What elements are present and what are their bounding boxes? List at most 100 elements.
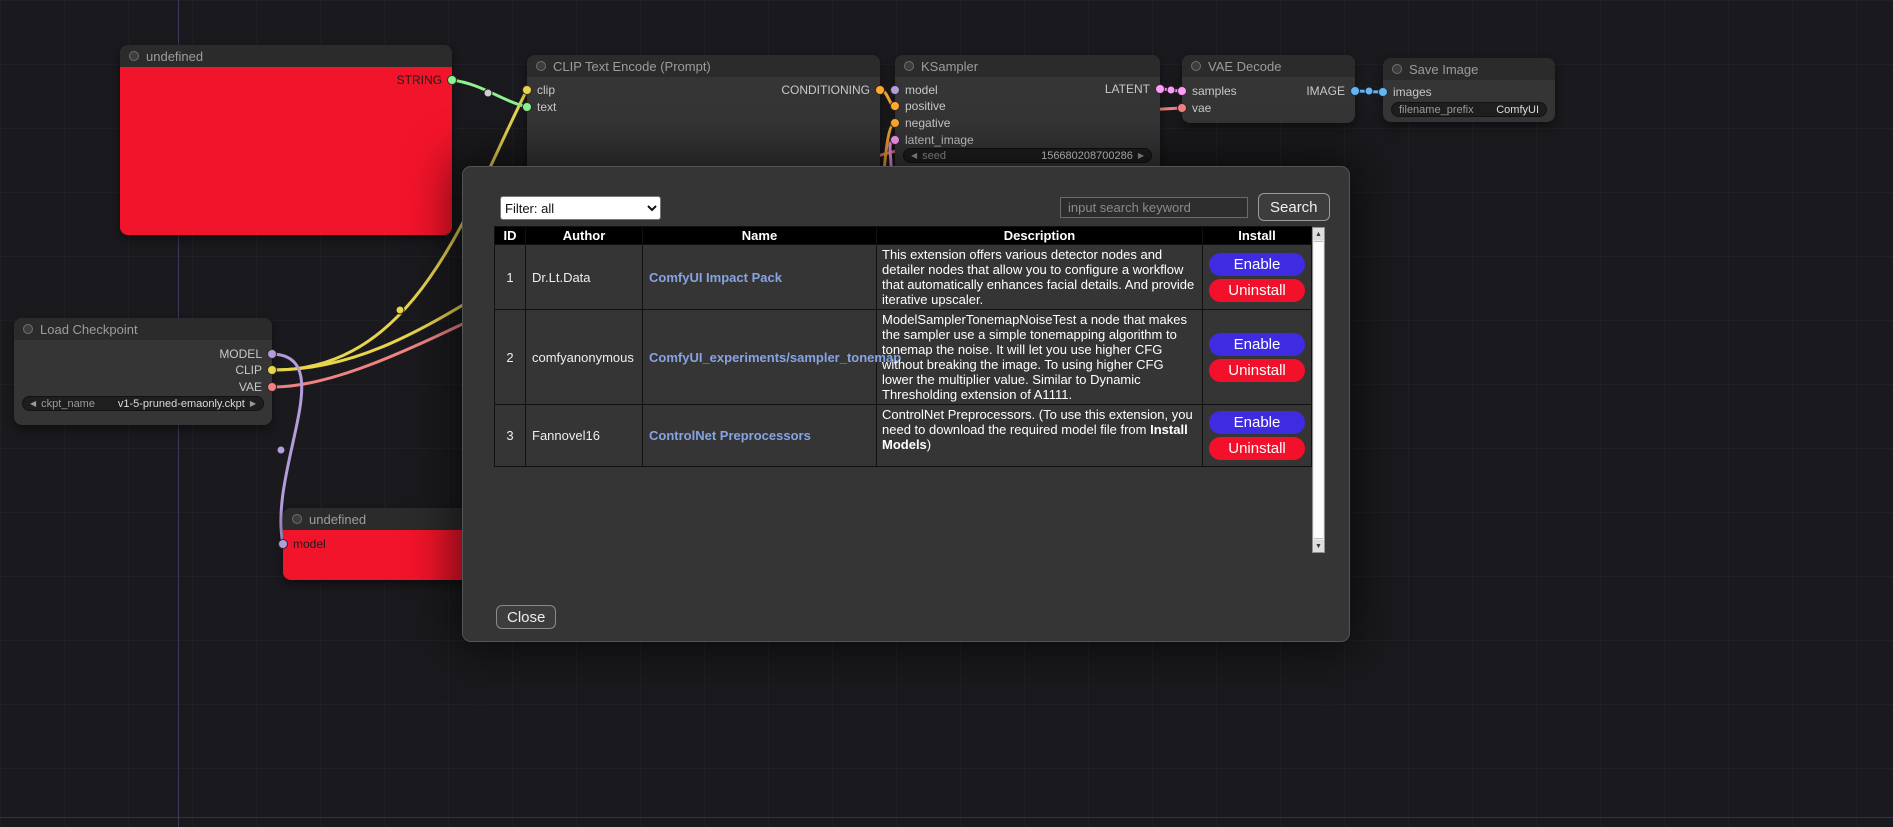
extension-author: Dr.Lt.Data [526,245,643,310]
input-slot-samples: samples [1177,84,1237,98]
extension-row: 2comfyanonymousComfyUI_experiments/sampl… [495,310,1312,405]
conditioning-port[interactable] [875,85,885,95]
model-port[interactable] [267,349,277,359]
link-midpoint-dot [1365,87,1373,95]
enable-button[interactable]: Enable [1209,253,1305,276]
node-title-bar[interactable]: Load Checkpoint [14,318,272,340]
table-header-row: ID Author Name Description Install [495,227,1312,245]
extension-author: Fannovel16 [526,405,643,467]
close-button[interactable]: Close [496,605,556,629]
vae-port[interactable] [1177,103,1187,113]
node-title-bar[interactable]: CLIP Text Encode (Prompt) [527,55,880,77]
node-collapse-icon[interactable] [23,324,33,334]
node-title-bar[interactable]: Save Image [1383,58,1555,80]
node-collapse-icon[interactable] [1392,64,1402,74]
column-header-description: Description [877,227,1203,245]
uninstall-button[interactable]: Uninstall [1209,279,1305,302]
node-title: Load Checkpoint [40,322,138,337]
node-title-bar[interactable]: KSampler [895,55,1160,77]
clip-port[interactable] [267,365,277,375]
extension-link[interactable]: ComfyUI_experiments/sampler_tonemap [649,350,901,365]
output-slot-model: MODEL [219,347,277,361]
filename-prefix-widget[interactable]: filename_prefix ComfyUI [1391,102,1547,117]
node-graph-canvas[interactable]: undefined STRING CLIP Text Encode (Promp… [0,0,1893,827]
extension-author: comfyanonymous [526,310,643,405]
link-hidden-to-negative [884,123,895,172]
output-slot-conditioning: CONDITIONING [781,83,885,97]
node-title: CLIP Text Encode (Prompt) [553,59,711,74]
node-title: Save Image [1409,62,1478,77]
samples-port[interactable] [1177,86,1187,96]
search-button[interactable]: Search [1258,193,1330,221]
node-title-bar[interactable]: undefined [120,45,452,67]
search-input[interactable] [1060,197,1248,218]
extension-name-cell: ComfyUI_experiments/sampler_tonemap [643,310,877,405]
node-collapse-icon[interactable] [1191,61,1201,71]
node-vae-decode: VAE Decode samples vae IMAGE [1182,55,1355,123]
clip-port[interactable] [522,85,532,95]
filter-select[interactable]: Filter: all [500,196,661,220]
node-title: KSampler [921,59,978,74]
model-port[interactable] [890,85,900,95]
latent-image-port[interactable] [890,135,900,145]
link-midpoint-dot [1167,86,1175,94]
seed-increment-icon[interactable]: ▶ [1138,152,1144,160]
extension-install-cell: Enable Uninstall [1203,310,1312,405]
output-slot-string: STRING [397,73,457,87]
link-string-to-text [452,80,527,107]
input-slot-clip: clip [522,83,555,97]
ckpt-next-icon[interactable]: ▶ [250,400,256,408]
extension-link[interactable]: ControlNet Preprocessors [649,428,811,443]
link-midpoint-dot [484,89,492,97]
custom-nodes-dialog: Filter: all Search ID Author Name Descri… [462,166,1350,642]
link-midpoint-dot [396,306,404,314]
scrollbar-thumb[interactable] [1314,241,1323,539]
extension-description: This extension offers various detector n… [877,245,1203,310]
negative-port[interactable] [890,118,900,128]
node-collapse-icon[interactable] [292,514,302,524]
images-port[interactable] [1378,87,1388,97]
table-scrollbar[interactable]: ▲ ▼ [1312,227,1325,553]
text-port[interactable] [522,102,532,112]
node-collapse-icon[interactable] [536,61,546,71]
output-slot-image: IMAGE [1306,84,1360,98]
node-title-bar[interactable]: VAE Decode [1182,55,1355,77]
column-header-id: ID [495,227,526,245]
node-collapse-icon[interactable] [904,61,914,71]
input-slot-positive: positive [890,99,946,113]
string-port[interactable] [447,75,457,85]
seed-decrement-icon[interactable]: ◀ [911,152,917,160]
node-body [120,67,452,235]
uninstall-button[interactable]: Uninstall [1209,359,1305,382]
node-collapse-icon[interactable] [129,51,139,61]
column-header-author: Author [526,227,643,245]
scroll-down-icon[interactable]: ▼ [1313,540,1324,552]
node-save-image: Save Image images filename_prefix ComfyU… [1383,58,1555,122]
extension-row: 1Dr.Lt.Data ComfyUI Impact Pack This exten… [495,245,1312,310]
enable-button[interactable]: Enable [1209,411,1305,434]
extension-link[interactable]: ComfyUI Impact Pack [649,270,782,285]
column-header-name: Name [643,227,877,245]
ckpt-previous-icon[interactable]: ◀ [30,400,36,408]
enable-button[interactable]: Enable [1209,333,1305,356]
input-slot-vae: vae [1177,101,1211,115]
positive-port[interactable] [890,101,900,111]
extension-install-cell: Enable Uninstall [1203,245,1312,310]
scroll-up-icon[interactable]: ▲ [1313,228,1324,240]
input-slot-latent-image: latent_image [890,133,974,147]
output-slot-clip: CLIP [235,363,277,377]
model-port[interactable] [278,539,288,549]
input-slot-text: text [522,100,556,114]
uninstall-button[interactable]: Uninstall [1209,437,1305,460]
extension-id: 1 [495,245,526,310]
extension-description: ControlNet Preprocessors. (To use this e… [877,405,1203,467]
extension-id: 3 [495,405,526,467]
image-port[interactable] [1350,86,1360,96]
input-slot-negative: negative [890,116,950,130]
seed-widget[interactable]: ◀ seed 156680208700286 ▶ [903,148,1152,163]
ckpt-name-widget[interactable]: ◀ ckpt_name v1-5-pruned-emaonly.ckpt ▶ [22,396,264,411]
latent-port[interactable] [1155,84,1165,94]
extensions-table: ID Author Name Description Install 1Dr.L… [494,226,1312,467]
vae-port[interactable] [267,382,277,392]
extension-name-cell: ComfyUI Impact Pack [643,245,877,310]
